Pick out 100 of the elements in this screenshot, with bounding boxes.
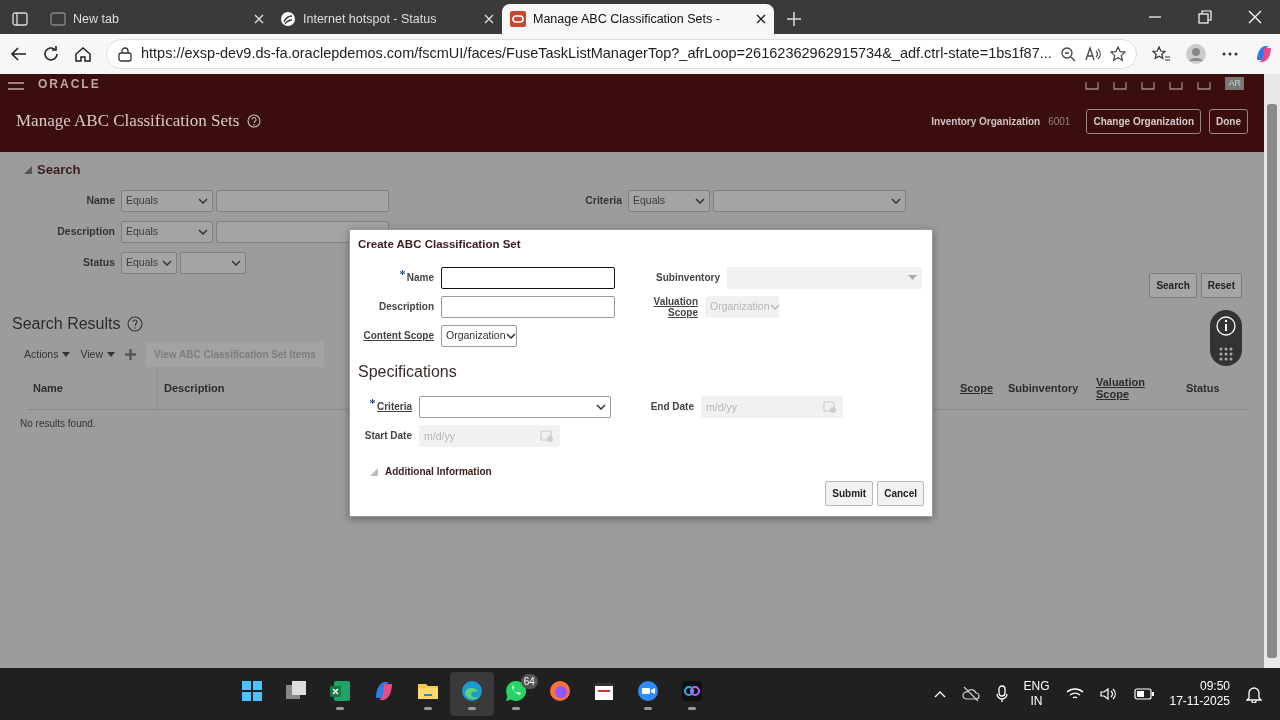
operator-dropdown[interactable]: Equals xyxy=(121,221,213,243)
field-label: Name xyxy=(85,193,115,209)
text-field[interactable] xyxy=(441,295,615,318)
field-label: Start Date xyxy=(364,429,412,444)
column-header[interactable]: Subinventory xyxy=(1002,382,1090,394)
column-header[interactable]: Status xyxy=(1180,382,1250,394)
clock-time[interactable]: 09:50 xyxy=(1169,679,1230,694)
zoom-out-icon[interactable] xyxy=(1059,46,1076,62)
wave-logo-icon xyxy=(280,11,296,27)
field-label: Status xyxy=(81,255,115,271)
menu-button[interactable]: Actions xyxy=(24,346,71,363)
browser-icon xyxy=(459,678,484,703)
organization-label: Inventory Organization xyxy=(931,114,1041,129)
field-label: Criteria xyxy=(370,399,412,415)
read-aloud-icon[interactable] xyxy=(1083,46,1102,62)
empty-message: No results found. xyxy=(20,416,97,431)
windows-start-icon xyxy=(239,678,264,703)
language-code[interactable]: ENG xyxy=(1023,679,1050,694)
new-tab-icon[interactable] xyxy=(786,11,802,27)
menu-icon[interactable] xyxy=(8,82,24,90)
field-label: Description xyxy=(379,300,434,315)
column-header[interactable]: Name xyxy=(27,367,157,409)
operator-dropdown[interactable]: Equals xyxy=(121,190,213,212)
section-title: Specifications xyxy=(358,362,458,383)
dropdown-triangle-icon xyxy=(908,275,917,281)
taskbar-button[interactable]: 64 xyxy=(493,672,538,716)
caret-icon xyxy=(505,332,516,339)
info-icon xyxy=(1216,315,1236,336)
caret-icon xyxy=(695,198,705,204)
help-widget[interactable] xyxy=(1210,310,1242,366)
header-button[interactable]: Change Organization xyxy=(1086,108,1201,134)
search-button[interactable]: Reset xyxy=(1200,272,1242,298)
battery-icon[interactable] xyxy=(1133,688,1154,700)
oracle-logo-icon xyxy=(510,11,526,27)
text-field[interactable] xyxy=(441,266,615,289)
speaker-icon[interactable] xyxy=(1099,687,1118,701)
operator-dropdown[interactable]: Equals xyxy=(121,252,177,274)
caret-icon xyxy=(231,260,241,266)
column-header[interactable]: Valuation Scope xyxy=(1090,376,1180,400)
wifi-icon[interactable] xyxy=(1065,687,1084,701)
caret-icon xyxy=(891,198,901,204)
text-field[interactable] xyxy=(216,190,389,212)
caret-icon xyxy=(162,260,172,266)
region-code[interactable]: IN xyxy=(1023,694,1050,709)
organization-value: 6001 xyxy=(1048,114,1071,129)
address-bar[interactable]: https://exsp-dev9.ds-fa.oraclepdemos.com/fscmUI/faces/FuseTaskListManagerTop?_afrLoop=26162362962915734&_adf.ctrl-state=1bs1f87... xyxy=(106,39,1137,69)
help-icon[interactable] xyxy=(126,315,143,332)
search-button[interactable]: Search xyxy=(1149,272,1197,298)
dropdown[interactable]: Organization xyxy=(441,324,517,347)
back-icon[interactable] xyxy=(10,45,28,63)
app-logo-icon xyxy=(679,678,704,703)
disclosure-link[interactable]: Additional Information xyxy=(370,464,492,480)
operator-dropdown[interactable]: Equals xyxy=(628,190,710,212)
lock-icon xyxy=(117,46,133,62)
dropdown-triangle-icon xyxy=(62,352,71,357)
caret-icon xyxy=(596,403,606,410)
cloud-off-icon[interactable] xyxy=(961,686,980,702)
section-title: Search xyxy=(37,161,81,179)
field-label: Subinventory xyxy=(656,271,720,286)
favorites-icon[interactable] xyxy=(1150,45,1171,63)
section-title: Search Results xyxy=(12,313,121,334)
field-label: Valuation Scope xyxy=(652,295,698,318)
sidebar-icon[interactable] xyxy=(12,11,28,27)
page-title: Manage ABC Classification Sets xyxy=(16,110,240,133)
field-label: Content Scope xyxy=(363,329,434,344)
restore-icon[interactable] xyxy=(1197,9,1213,25)
browser-tab[interactable]: Internet hotspot - Status xyxy=(272,4,502,34)
notification-badge: 64 xyxy=(520,674,538,689)
scrollbar-thumb[interactable] xyxy=(1267,104,1277,658)
caret-icon xyxy=(198,229,208,235)
grid-dots-icon xyxy=(1219,346,1233,361)
fox-globe-icon xyxy=(547,678,572,703)
taskbar-button[interactable] xyxy=(449,672,494,716)
clock-date[interactable]: 17-11-2025 xyxy=(1169,694,1230,709)
field-label: End Date xyxy=(650,400,694,415)
video-app-icon xyxy=(635,678,660,703)
collapsed-triangle-icon xyxy=(370,467,378,476)
microphone-icon[interactable] xyxy=(995,685,1008,703)
column-header[interactable]: Scope xyxy=(954,382,1002,394)
close-icon[interactable] xyxy=(756,14,766,24)
profile-icon[interactable] xyxy=(1184,43,1207,65)
help-icon[interactable] xyxy=(247,114,262,128)
home-icon[interactable] xyxy=(74,45,92,63)
add-icon[interactable] xyxy=(125,349,136,360)
expanded-triangle-icon[interactable] xyxy=(24,165,32,174)
oracle-logo: ORACLE xyxy=(38,78,101,90)
dialog-title: Create ABC Classification Set xyxy=(358,237,522,252)
dropdown[interactable] xyxy=(419,395,611,418)
browser-tab[interactable]: New tab xyxy=(42,4,272,34)
dialog-button[interactable]: Submit xyxy=(825,481,874,506)
header-button[interactable]: Done xyxy=(1209,108,1248,134)
chevron-up-icon[interactable] xyxy=(933,690,946,698)
menu-button[interactable]: View xyxy=(80,346,115,363)
browser-tab[interactable]: Manage ABC Classification Sets - xyxy=(502,4,774,34)
field-label: Criteria xyxy=(584,193,622,209)
refresh-icon[interactable] xyxy=(42,45,60,63)
dialog-button[interactable]: Cancel xyxy=(877,481,924,506)
spreadsheet-icon xyxy=(327,678,352,703)
caret-icon xyxy=(769,303,780,310)
column-header[interactable]: Description xyxy=(157,367,317,409)
